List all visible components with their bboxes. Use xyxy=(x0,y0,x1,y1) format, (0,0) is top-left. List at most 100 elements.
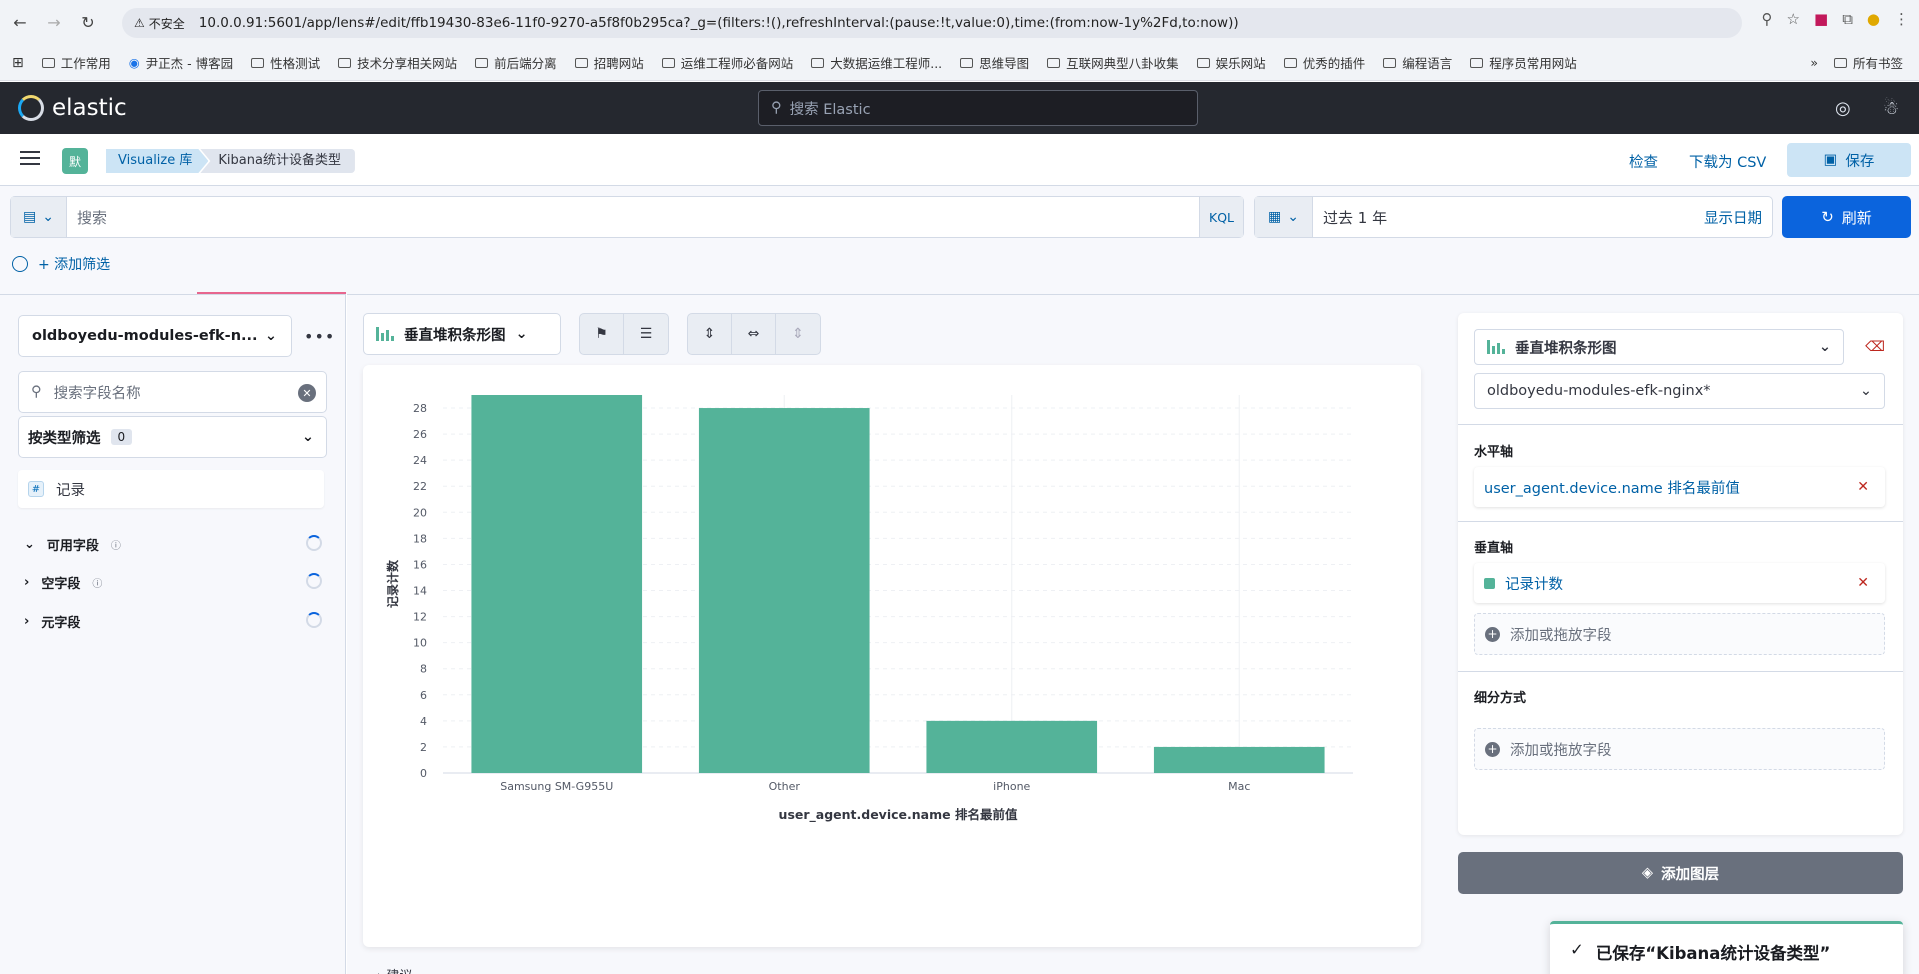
download-csv-link[interactable]: 下载为 CSV xyxy=(1689,151,1766,172)
divider xyxy=(1458,424,1903,425)
zoom-icon[interactable]: ⚲ xyxy=(1762,10,1773,28)
suggestions-toggle[interactable]: › 建议 xyxy=(377,965,412,974)
save-button[interactable]: ▣ 保存 xyxy=(1787,143,1911,177)
add-filter-button[interactable]: + 添加筛选 xyxy=(38,254,110,274)
type-filter-button[interactable]: 按类型筛选 0 ⌄ xyxy=(18,416,327,458)
user-menu-icon[interactable]: ☃ xyxy=(1883,98,1899,119)
menu-dots-icon[interactable]: ⋮ xyxy=(1894,10,1909,28)
address-bar[interactable]: ⚠ 不安全 10.0.0.91:5601/app/lens#/edit/ffb19… xyxy=(122,8,1742,38)
layer-chart-type-select[interactable]: 垂直堆积条形图 ⌄ xyxy=(1474,329,1844,365)
brush-icon[interactable]: ⚑ xyxy=(580,314,624,354)
add-filter-row: + 添加筛选 xyxy=(12,254,110,274)
folder-icon xyxy=(661,57,675,68)
available-fields-toggle[interactable]: ⌄ 可用字段 ⓘ xyxy=(24,535,121,554)
x-axis-dimension[interactable]: user_agent.device.name 排名最前值 ✕ xyxy=(1474,467,1885,507)
more-options-icon[interactable]: ••• xyxy=(304,327,335,346)
space-avatar[interactable]: 默 xyxy=(62,148,88,174)
back-icon[interactable]: ← xyxy=(6,9,34,37)
eraser-icon[interactable]: ⌫ xyxy=(1865,339,1885,355)
bookmark-item[interactable]: 娱乐网站 xyxy=(1196,53,1266,72)
show-dates-link[interactable]: 显示日期 xyxy=(1704,207,1772,228)
chart-type-switcher[interactable]: 垂直堆积条形图 ⌄ xyxy=(363,313,561,355)
folder-icon xyxy=(811,57,825,68)
bookmark-item[interactable]: 性格测试 xyxy=(251,53,320,72)
field-search-input[interactable]: ⚲ 搜索字段名称 ✕ xyxy=(18,371,327,413)
bookmark-item[interactable]: 互联网典型八卦收集 xyxy=(1047,53,1179,72)
date-picker[interactable]: ▦ ⌄ 过去 1 年 显示日期 xyxy=(1254,196,1773,238)
bookmark-item[interactable]: 技术分享相关网站 xyxy=(338,53,457,72)
elastic-logo[interactable]: elastic xyxy=(18,95,127,121)
forward-icon[interactable]: → xyxy=(40,9,68,37)
bookmark-item[interactable]: 思维导图 xyxy=(960,53,1029,72)
clear-icon[interactable]: ✕ xyxy=(298,384,316,402)
y-tick-label: 2 xyxy=(420,741,427,754)
y-axis-dimension[interactable]: 记录计数 ✕ xyxy=(1474,563,1885,603)
url-text: 10.0.0.91:5601/app/lens#/edit/ffb19430-8… xyxy=(198,15,1239,31)
kql-toggle[interactable]: KQL xyxy=(1199,197,1243,237)
empty-fields-toggle[interactable]: › 空字段 ⓘ xyxy=(24,573,102,592)
breakdown-title: 细分方式 xyxy=(1474,691,1527,706)
inspect-link[interactable]: 检查 xyxy=(1629,151,1658,172)
plus-icon: + xyxy=(1485,626,1500,642)
data-view-picker[interactable]: oldboyedu-modules-efk-n... ⌄ xyxy=(18,315,292,357)
remove-icon[interactable]: ✕ xyxy=(1857,479,1869,495)
breadcrumb-current: Kibana统计设备类型 xyxy=(200,149,355,173)
query-input[interactable]: ▤ ⌄ 搜索 KQL xyxy=(10,196,1244,238)
puzzle-icon[interactable]: ⧉ xyxy=(1842,10,1853,28)
bookmark-item[interactable]: 程序员常用网站 xyxy=(1470,53,1577,72)
refresh-button[interactable]: ↻ 刷新 xyxy=(1782,196,1911,238)
save-icon: ▣ xyxy=(1823,152,1838,168)
insecure-badge[interactable]: ⚠ 不安全 xyxy=(134,15,185,32)
chevron-down-icon: ⌄ xyxy=(42,209,54,225)
saved-query-menu[interactable]: ▤ ⌄ xyxy=(11,197,67,237)
legend-icon[interactable]: ☰ xyxy=(624,314,668,354)
more-bookmarks-button[interactable]: » xyxy=(1810,55,1818,70)
bookmark-item[interactable]: 优秀的插件 xyxy=(1283,53,1365,72)
filter-icon[interactable] xyxy=(12,256,28,272)
x-tick-label: Mac xyxy=(1228,780,1250,793)
help-icon[interactable]: ◎ xyxy=(1835,98,1851,119)
menu-icon[interactable] xyxy=(20,151,40,167)
meta-fields-toggle[interactable]: › 元字段 xyxy=(24,612,80,631)
y-axis-dropzone[interactable]: + 添加或拖放字段 xyxy=(1474,613,1885,655)
x-tick-label: iPhone xyxy=(993,780,1030,793)
apps-grid-icon[interactable]: ⊞ xyxy=(12,55,24,71)
breadcrumb: Visualize 库 Kibana统计设备类型 xyxy=(106,149,355,173)
chevron-right-icon: › xyxy=(24,614,30,629)
bookmark-item[interactable]: ◉ 尹正杰 - 博客园 xyxy=(129,53,233,72)
bookmark-item[interactable]: 编程语言 xyxy=(1383,53,1452,72)
bottom-axis-icon[interactable]: ⇔ xyxy=(732,314,776,354)
bookmark-item[interactable]: 前后端分离 xyxy=(475,53,557,72)
bookmark-item[interactable]: 大数据运维工程师... xyxy=(811,53,942,72)
blog-icon: ◉ xyxy=(128,55,140,70)
bookmark-item[interactable]: 工作常用 xyxy=(41,53,111,72)
remove-icon[interactable]: ✕ xyxy=(1857,575,1869,591)
type-filter-count: 0 xyxy=(110,429,133,445)
star-icon[interactable]: ☆ xyxy=(1787,10,1800,28)
chevron-down-icon: ⌄ xyxy=(24,537,35,552)
date-range-text: 过去 1 年 xyxy=(1323,208,1388,227)
folder-icon xyxy=(960,57,974,68)
y-tick-label: 20 xyxy=(413,506,427,519)
bookmark-item[interactable]: 运维工程师必备网站 xyxy=(661,53,793,72)
add-layer-button[interactable]: ◈ 添加图层 xyxy=(1458,852,1903,894)
field-list-panel: oldboyedu-modules-efk-n... ⌄ ••• ⚲ 搜索字段名… xyxy=(0,294,346,974)
field-item-records[interactable]: # 记录 xyxy=(18,470,324,508)
extension-icon[interactable]: ■ xyxy=(1814,10,1828,28)
bar-samsung-sm-g955u xyxy=(471,395,643,773)
breakdown-dropzone[interactable]: + 添加或拖放字段 xyxy=(1474,728,1885,770)
bookmark-item[interactable]: 招聘网站 xyxy=(574,53,644,72)
y-tick-label: 22 xyxy=(413,480,427,493)
right-axis-icon[interactable]: ⇕ xyxy=(776,314,820,354)
breadcrumb-visualize-library[interactable]: Visualize 库 xyxy=(106,149,208,173)
profile-icon[interactable]: ● xyxy=(1867,10,1880,28)
global-search-input[interactable]: ⚲ 搜索 Elastic xyxy=(758,90,1198,126)
layer-data-view-select[interactable]: oldboyedu-modules-efk-nginx* ⌄ xyxy=(1474,373,1885,409)
left-axis-icon[interactable]: ⇕ xyxy=(688,314,732,354)
quick-date-menu[interactable]: ▦ ⌄ xyxy=(1255,197,1313,237)
chevron-down-icon: ⌄ xyxy=(1287,209,1299,225)
all-bookmarks-button[interactable]: 所有书签 xyxy=(1833,53,1903,72)
chevron-down-icon: ⌄ xyxy=(515,326,528,342)
reload-icon[interactable]: ↻ xyxy=(74,9,102,37)
folder-icon xyxy=(1470,57,1484,68)
